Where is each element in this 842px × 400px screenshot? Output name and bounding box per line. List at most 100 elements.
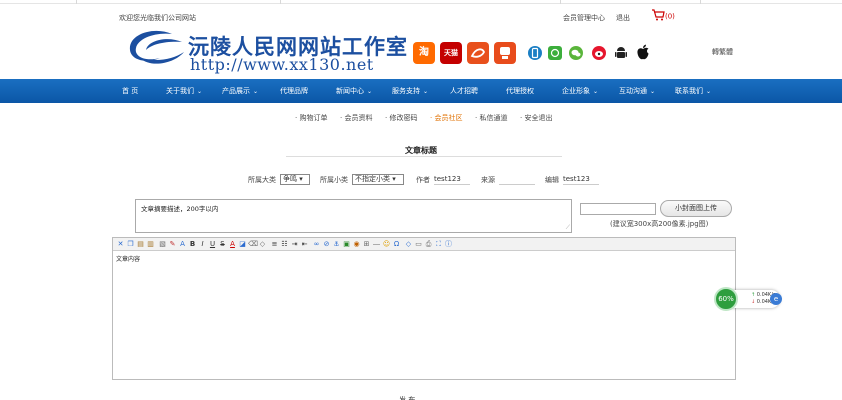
spellcheck-icon[interactable]: ✎ bbox=[168, 239, 177, 249]
upload-cover-button[interactable]: 小封面图上传 bbox=[660, 200, 732, 217]
bold-icon[interactable]: B bbox=[188, 239, 197, 249]
eraser-icon[interactable]: ⌫ bbox=[248, 239, 258, 249]
paste-word-icon[interactable]: ▧ bbox=[158, 239, 167, 249]
anchor-icon[interactable]: ⚓ bbox=[332, 239, 341, 249]
about-icon[interactable]: ⓘ bbox=[444, 239, 453, 249]
paste-icon[interactable]: ▤ bbox=[136, 239, 145, 249]
print-icon[interactable]: ⎙ bbox=[424, 239, 433, 249]
summary-placeholder: 文章摘要描述，200字以内 bbox=[141, 205, 219, 213]
author-label: 作者 bbox=[416, 176, 430, 184]
nav-item-brands[interactable]: 代理品牌 bbox=[280, 79, 308, 103]
rich-text-editor[interactable]: ✕ ❐ ▤ ▥ ▧ ✎ A B I U S A ◪ ⌫ ◇ ≡ ☷ ⇥ ⇤ ∞ … bbox=[112, 237, 736, 380]
nav-item-products[interactable]: 产品展示 ⌄ bbox=[222, 79, 258, 103]
table-icon[interactable]: ⊞ bbox=[362, 239, 371, 249]
memory-percent-badge: 60% bbox=[714, 287, 738, 311]
indent-icon[interactable]: ⇥ bbox=[290, 239, 299, 249]
wechat-icon[interactable] bbox=[569, 46, 583, 60]
source-field[interactable] bbox=[499, 174, 535, 185]
article-title-input[interactable] bbox=[286, 156, 562, 157]
cover-hint: (建议宽300x高200像素.jpg图) bbox=[610, 220, 709, 228]
chevron-down-icon: ⌄ bbox=[650, 88, 656, 95]
traditional-chinese-toggle[interactable]: 轉繁體 bbox=[712, 47, 733, 57]
nav-item-about[interactable]: 关于我们 ⌄ bbox=[166, 79, 202, 103]
category-select[interactable]: 争鸣 ▾ bbox=[280, 174, 310, 185]
phone-icon[interactable] bbox=[528, 46, 542, 60]
nav-item-contact[interactable]: 联系我们 ⌄ bbox=[675, 79, 711, 103]
weibo-icon[interactable] bbox=[592, 46, 606, 60]
summary-textarea[interactable]: 文章摘要描述，200字以内 ⟋ bbox=[135, 199, 572, 233]
unlink-icon[interactable]: ⊘ bbox=[322, 239, 331, 249]
cart-link[interactable]: (0) bbox=[651, 9, 675, 23]
editor-field[interactable]: test123 bbox=[563, 174, 599, 185]
apple-icon[interactable] bbox=[636, 44, 650, 63]
font-color-icon[interactable]: A bbox=[228, 239, 237, 249]
logo-swoosh-icon bbox=[124, 28, 186, 70]
category-label: 所属大类 bbox=[248, 176, 276, 184]
top-strip bbox=[0, 0, 842, 4]
hr-icon[interactable]: ― bbox=[372, 239, 381, 249]
tmall-icon[interactable]: 天猫 bbox=[440, 42, 462, 64]
network-monitor-widget[interactable]: ↑ 0.04K/s ↓ 0.04K/s e 60% bbox=[714, 287, 782, 311]
subnav-password[interactable]: · 修改密码 bbox=[385, 113, 417, 123]
copy-icon[interactable]: ❐ bbox=[126, 239, 135, 249]
message-icon[interactable] bbox=[548, 46, 562, 60]
emoji-icon[interactable]: ☺ bbox=[382, 239, 391, 249]
paste-text-icon[interactable]: ▥ bbox=[146, 239, 155, 249]
logout-link[interactable]: 退出 bbox=[616, 13, 630, 23]
editor-content: 文章内容 bbox=[116, 256, 141, 263]
outdent-icon[interactable]: ⇤ bbox=[300, 239, 309, 249]
underline-icon[interactable]: U bbox=[208, 239, 217, 249]
alipay-icon[interactable] bbox=[467, 42, 489, 64]
special-char-icon[interactable]: Ω bbox=[392, 239, 401, 249]
subcategory-select[interactable]: 不指定小类 ▾ bbox=[352, 174, 404, 185]
align-left-icon[interactable]: ≡ bbox=[270, 239, 279, 249]
find-icon[interactable]: A bbox=[178, 239, 187, 249]
taobao-icon[interactable]: 淘 bbox=[413, 42, 435, 64]
cover-image-input[interactable] bbox=[580, 203, 656, 215]
nav-item-news[interactable]: 新闻中心 ⌄ bbox=[336, 79, 372, 103]
remove-format-icon[interactable]: ◇ bbox=[258, 239, 267, 249]
preview-icon[interactable]: ▭ bbox=[414, 239, 423, 249]
subnav-messages[interactable]: · 私信通道 bbox=[475, 113, 507, 123]
subcategory-label: 所属小类 bbox=[320, 176, 348, 184]
ordered-list-icon[interactable]: ☷ bbox=[280, 239, 289, 249]
subnav-orders[interactable]: · 购物订单 bbox=[295, 113, 327, 123]
top-strip-divider bbox=[76, 0, 77, 4]
chevron-down-icon: ⌄ bbox=[706, 88, 712, 95]
chevron-down-icon: ⌄ bbox=[197, 88, 203, 95]
android-icon[interactable] bbox=[614, 45, 628, 63]
nav-item-image[interactable]: 企业形象 ⌄ bbox=[562, 79, 598, 103]
nav-item-agency[interactable]: 代理授权 bbox=[506, 79, 534, 103]
nav-item-support[interactable]: 服务支持 ⌄ bbox=[392, 79, 428, 103]
weishop-icon[interactable] bbox=[494, 42, 516, 64]
resize-handle-icon[interactable]: ⟋ bbox=[566, 224, 570, 232]
subnav-community[interactable]: · 会员社区 bbox=[430, 113, 462, 123]
highlight-icon[interactable]: ◪ bbox=[238, 239, 247, 249]
nav-item-interact[interactable]: 互动沟通 ⌄ bbox=[619, 79, 655, 103]
logo-url: http://www.xx130.net bbox=[190, 55, 374, 74]
author-field[interactable]: test123 bbox=[434, 174, 470, 185]
link-icon[interactable]: ∞ bbox=[312, 239, 321, 249]
chevron-down-icon: ⌄ bbox=[253, 88, 259, 95]
chevron-down-icon: ⌄ bbox=[367, 88, 373, 95]
image-icon[interactable]: ▣ bbox=[342, 239, 351, 249]
chevron-down-icon: ⌄ bbox=[593, 88, 599, 95]
cart-count: (0) bbox=[665, 12, 675, 21]
maximize-icon[interactable]: ⛶ bbox=[434, 239, 443, 249]
submit-button[interactable]: 发 布 bbox=[399, 395, 415, 400]
top-strip-divider bbox=[700, 0, 701, 4]
italic-icon[interactable]: I bbox=[198, 239, 207, 249]
subnav-logout[interactable]: · 安全退出 bbox=[520, 113, 552, 123]
nav-item-jobs[interactable]: 人才招聘 bbox=[450, 79, 478, 103]
top-strip-divider bbox=[560, 0, 561, 4]
source-label: 来源 bbox=[481, 176, 495, 184]
subnav-profile[interactable]: · 会员资料 bbox=[340, 113, 372, 123]
member-center-link[interactable]: 会员管理中心 bbox=[563, 13, 605, 23]
dropdown-arrow-icon: ▾ bbox=[392, 175, 396, 183]
strikethrough-icon[interactable]: S bbox=[218, 239, 227, 249]
cut-icon[interactable]: ✕ bbox=[116, 239, 125, 249]
source-code-icon[interactable]: ◇ bbox=[404, 239, 413, 249]
flash-icon[interactable]: ◉ bbox=[352, 239, 361, 249]
nav-item-home[interactable]: 首 页 bbox=[122, 79, 138, 103]
welcome-text: 欢迎您光临我们公司网站 bbox=[119, 14, 196, 22]
